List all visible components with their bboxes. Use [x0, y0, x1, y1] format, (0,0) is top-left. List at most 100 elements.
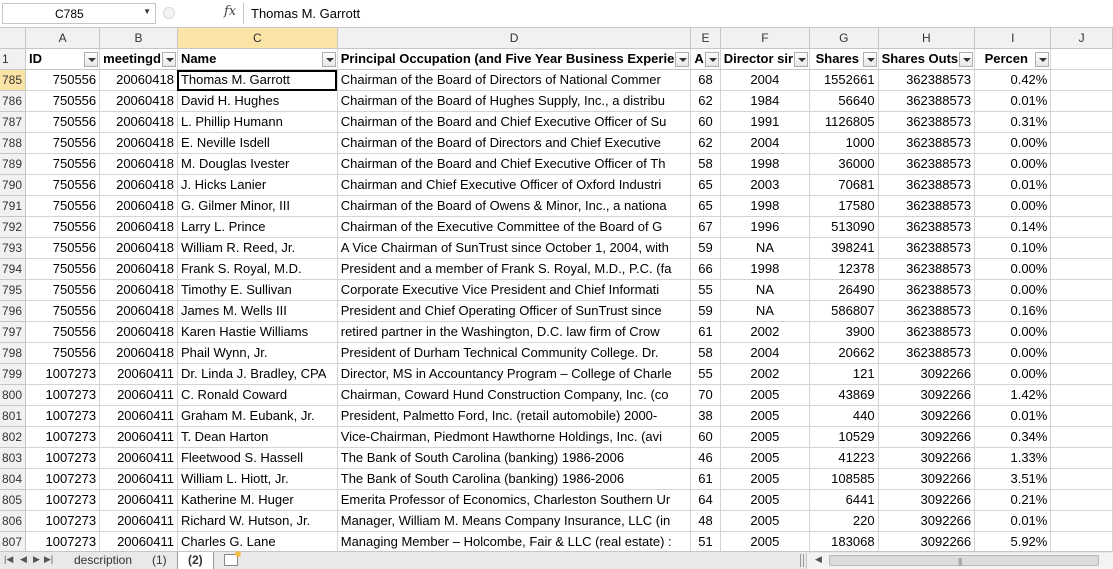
- cell-shares[interactable]: 56640: [809, 90, 879, 112]
- cell-date[interactable]: 20060418: [99, 258, 178, 280]
- cell-age[interactable]: 65: [690, 195, 721, 217]
- header-cell[interactable]: Shares Outs: [878, 48, 976, 70]
- cell-pct[interactable]: 0.00%: [974, 279, 1052, 301]
- cell-occ[interactable]: Emerita Professor of Economics, Charlest…: [337, 489, 692, 511]
- cell-out[interactable]: 3092266: [878, 405, 976, 427]
- cell-since[interactable]: 2004: [720, 132, 811, 154]
- empty-cell[interactable]: [1050, 237, 1113, 259]
- filter-dropdown-icon[interactable]: [84, 52, 99, 67]
- empty-cell[interactable]: [1050, 111, 1113, 133]
- cell-occ[interactable]: Director, MS in Accountancy Program – Co…: [337, 363, 692, 385]
- header-cell[interactable]: ID: [25, 48, 101, 70]
- row-header[interactable]: 790: [0, 174, 27, 196]
- cell-out[interactable]: 362388573: [878, 174, 976, 196]
- empty-cell[interactable]: [1050, 489, 1113, 511]
- cell-name[interactable]: Larry L. Prince: [177, 216, 338, 238]
- cell-pct[interactable]: 0.00%: [974, 153, 1052, 175]
- column-header-j[interactable]: J: [1050, 28, 1113, 49]
- cell-shares[interactable]: 183068: [809, 531, 879, 551]
- cell-out[interactable]: 362388573: [878, 321, 976, 343]
- row-header[interactable]: 804: [0, 468, 27, 490]
- cell-shares[interactable]: 513090: [809, 216, 879, 238]
- filter-dropdown-icon[interactable]: [862, 52, 877, 67]
- column-header-b[interactable]: B: [99, 28, 178, 49]
- cell-name[interactable]: E. Neville Isdell: [177, 132, 338, 154]
- cell-occ[interactable]: President and a member of Frank S. Royal…: [337, 258, 692, 280]
- cell-occ[interactable]: Chairman of the Board of Directors of Na…: [337, 69, 692, 91]
- cell-shares[interactable]: 41223: [809, 447, 879, 469]
- insert-function-icon[interactable]: fx: [224, 4, 236, 19]
- column-header-g[interactable]: G: [809, 28, 879, 49]
- cell-age[interactable]: 61: [690, 321, 721, 343]
- empty-cell[interactable]: [1050, 258, 1113, 280]
- row-header[interactable]: 802: [0, 426, 27, 448]
- cell-age[interactable]: 64: [690, 489, 721, 511]
- cell-name[interactable]: J. Hicks Lanier: [177, 174, 338, 196]
- scrollbar-thumb[interactable]: |||: [829, 555, 1099, 566]
- cell-out[interactable]: 362388573: [878, 153, 976, 175]
- cell-date[interactable]: 20060418: [99, 153, 178, 175]
- cell-since[interactable]: 2004: [720, 69, 811, 91]
- cell-out[interactable]: 362388573: [878, 132, 976, 154]
- cell-id[interactable]: 750556: [25, 300, 101, 322]
- cell-name[interactable]: Graham M. Eubank, Jr.: [177, 405, 338, 427]
- cell-date[interactable]: 20060411: [99, 405, 178, 427]
- formula-input[interactable]: Thomas M. Garrott: [243, 3, 1113, 24]
- cell-id[interactable]: 750556: [25, 258, 101, 280]
- empty-cell[interactable]: [1050, 321, 1113, 343]
- cell-out[interactable]: 362388573: [878, 69, 976, 91]
- cell-age[interactable]: 61: [690, 468, 721, 490]
- cell-name[interactable]: Dr. Linda J. Bradley, CPA: [177, 363, 338, 385]
- cell-name[interactable]: G. Gilmer Minor, III: [177, 195, 338, 217]
- filter-dropdown-icon[interactable]: [794, 52, 809, 67]
- cell-pct[interactable]: 1.42%: [974, 384, 1052, 406]
- row-header[interactable]: 806: [0, 510, 27, 532]
- cell-pct[interactable]: 0.00%: [974, 321, 1052, 343]
- cell-name[interactable]: M. Douglas Ivester: [177, 153, 338, 175]
- cell-date[interactable]: 20060418: [99, 111, 178, 133]
- column-header-i[interactable]: I: [974, 28, 1052, 49]
- row-header[interactable]: 794: [0, 258, 27, 280]
- cell-date[interactable]: 20060418: [99, 69, 178, 91]
- cell-pct[interactable]: 0.01%: [974, 174, 1052, 196]
- cell-age[interactable]: 38: [690, 405, 721, 427]
- cell-out[interactable]: 362388573: [878, 90, 976, 112]
- cell-shares[interactable]: 3900: [809, 321, 879, 343]
- cell-shares[interactable]: 36000: [809, 153, 879, 175]
- cell-occ[interactable]: retired partner in the Washington, D.C. …: [337, 321, 692, 343]
- column-header-e[interactable]: E: [690, 28, 721, 49]
- column-header-d[interactable]: D: [337, 28, 692, 49]
- cell-date[interactable]: 20060418: [99, 342, 178, 364]
- cell-out[interactable]: 362388573: [878, 237, 976, 259]
- cell-out[interactable]: 362388573: [878, 111, 976, 133]
- cell-name[interactable]: C. Ronald Coward: [177, 384, 338, 406]
- first-sheet-icon[interactable]: |◀: [4, 554, 13, 565]
- cell-since[interactable]: 2005: [720, 426, 811, 448]
- cell-date[interactable]: 20060418: [99, 90, 178, 112]
- cell-shares[interactable]: 10529: [809, 426, 879, 448]
- insert-sheet-icon[interactable]: [224, 551, 241, 566]
- cell-since[interactable]: 2003: [720, 174, 811, 196]
- cell-occ[interactable]: Chairman of the Board of Owens & Minor, …: [337, 195, 692, 217]
- cell-date[interactable]: 20060411: [99, 468, 178, 490]
- header-cell[interactable]: meetingd: [99, 48, 178, 70]
- cell-name[interactable]: L. Phillip Humann: [177, 111, 338, 133]
- cell-id[interactable]: 1007273: [25, 447, 101, 469]
- cell-occ[interactable]: Chairman, Coward Hund Construction Compa…: [337, 384, 692, 406]
- cell-id[interactable]: 750556: [25, 153, 101, 175]
- cell-shares[interactable]: 17580: [809, 195, 879, 217]
- cell-since[interactable]: 1996: [720, 216, 811, 238]
- row-header[interactable]: 800: [0, 384, 27, 406]
- column-header-h[interactable]: H: [878, 28, 976, 49]
- cell-date[interactable]: 20060411: [99, 426, 178, 448]
- cell-since[interactable]: 2005: [720, 384, 811, 406]
- cell-name[interactable]: Richard W. Hutson, Jr.: [177, 510, 338, 532]
- cell-shares[interactable]: 26490: [809, 279, 879, 301]
- cell-shares[interactable]: 1552661: [809, 69, 879, 91]
- cell-name[interactable]: Thomas M. Garrott: [177, 69, 338, 91]
- tab-1[interactable]: (1): [142, 552, 177, 569]
- cell-id[interactable]: 1007273: [25, 489, 101, 511]
- cell-pct[interactable]: 0.01%: [974, 405, 1052, 427]
- header-cell[interactable]: Shares: [809, 48, 879, 70]
- row-header[interactable]: 793: [0, 237, 27, 259]
